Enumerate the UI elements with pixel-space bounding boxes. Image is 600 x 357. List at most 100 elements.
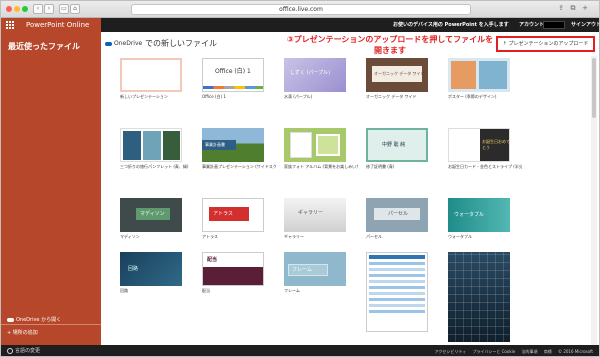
template-thumbnail: [448, 252, 510, 342]
template-thumbnail-title: 中野 聡 純: [382, 142, 406, 148]
template-thumbnail-title: オーガニック データ ワイド: [374, 71, 425, 76]
account-name-box[interactable]: [543, 21, 565, 29]
template-caption: アトラス: [202, 234, 218, 239]
template-caption: ウォータブル: [448, 234, 472, 239]
template-thumbnail: ギャラリー: [284, 198, 346, 232]
upload-presentation-button[interactable]: ⇡ プレゼンテーションのアップロード: [496, 36, 595, 52]
template-thumbnail: フレーム: [284, 252, 346, 286]
upload-presentation-label: プレゼンテーションのアップロード: [508, 41, 589, 47]
open-from-onedrive-link[interactable]: OneDrive から開く: [7, 316, 61, 323]
change-language-link[interactable]: 言語の変更: [7, 347, 40, 356]
template-thumbnail-title: ウォータブル: [454, 212, 485, 218]
globe-icon: [7, 347, 13, 354]
template-thumbnail-title: パーセル: [388, 211, 409, 217]
recent-files-heading: 最近使ったファイル: [8, 42, 80, 51]
onedrive-icon: [105, 41, 112, 46]
template-caption: お誕生日カード - 金色とストライプ (半分折り): [448, 164, 522, 169]
footer-copyright: © 2016 Microsoft: [558, 349, 593, 354]
footer: 言語の変更 アクセシビリティ プライバシーと Cookie 法的事項 商標 © …: [1, 345, 599, 356]
template-thumbnail: [366, 252, 428, 332]
sidebar-toggle-icon[interactable]: ▭: [59, 4, 69, 14]
template-thumbnail: 配当: [202, 252, 264, 286]
footer-link-accessibility[interactable]: アクセシビリティ: [435, 349, 467, 354]
template-caption: 新しいプレゼンテーション: [120, 94, 168, 99]
app-launcher-icon[interactable]: [6, 21, 14, 29]
open-from-onedrive-label: OneDrive から開く: [16, 317, 62, 323]
sign-out-link[interactable]: サインアウト: [571, 20, 599, 30]
template-thumbnail-title: ギャラリー: [298, 210, 324, 216]
new-file-title: での新しいファイル: [145, 39, 217, 48]
template-caption: 水滴 (パープル): [284, 94, 313, 99]
back-icon[interactable]: ‹: [33, 4, 43, 14]
sidebar-divider: [1, 324, 101, 325]
app-header-brand: PowerPoint Online: [1, 18, 101, 32]
grid-scrollbar[interactable]: [591, 56, 597, 345]
template-thumbnail-title: Office (白) 1: [215, 68, 251, 75]
template-thumbnail-title: マディソン: [140, 211, 165, 217]
template-caption: ポスター (季節のデザイン): [448, 94, 497, 99]
template-caption: 修了証明書 (青): [366, 164, 395, 169]
template-thumbnail: パーセル: [366, 198, 428, 232]
footer-links: アクセシビリティ プライバシーと Cookie 法的事項 商標 © 2016 M…: [430, 347, 593, 356]
template-caption: Office (白) 1: [202, 94, 226, 99]
template-thumbnail-title: アトラス: [213, 211, 233, 217]
template-thumbnail: [284, 128, 346, 162]
footer-link-trademarks[interactable]: 商標: [544, 349, 552, 354]
footer-link-privacy[interactable]: プライバシーと Cookie: [472, 349, 515, 354]
template-thumbnail: [448, 58, 510, 92]
template-caption: 回路: [120, 288, 128, 293]
browser-window: ‹ › ▭ ⌂ office.live.com ⇪ ⧉ + PowerPoint…: [0, 0, 600, 357]
template-thumbnail-title: 事業計画書: [205, 142, 225, 147]
template-thumbnail: マディソン: [120, 198, 182, 232]
get-desktop-app-link[interactable]: お使いのデバイス用の PowerPoint を入手します: [393, 20, 509, 30]
share-icon[interactable]: ⇪: [556, 4, 566, 14]
forward-icon[interactable]: ›: [44, 4, 54, 14]
template-thumbnail: アトラス: [202, 198, 264, 232]
tabs-icon[interactable]: ⧉: [568, 4, 578, 14]
close-window-icon[interactable]: [6, 6, 12, 12]
app-title[interactable]: PowerPoint Online: [26, 20, 89, 30]
add-place-link[interactable]: + 場所の追加: [7, 329, 38, 336]
template-caption: 三つ折りの旅行パンフレット (青、緑): [120, 164, 189, 169]
template-caption: マディソン: [120, 234, 140, 239]
template-caption: ギャラリー: [284, 234, 304, 239]
template-thumbnail-title: お誕生日おめでとう: [482, 139, 510, 150]
template-grid: 新しいプレゼンテーション Office (白) 1 Office (白) 1 し…: [105, 56, 599, 345]
minimize-window-icon[interactable]: [14, 6, 20, 12]
template-caption: オーガニック データ ワイド: [366, 94, 417, 99]
template-thumbnail: しずく (パープル): [284, 58, 346, 92]
template-thumbnail: [120, 58, 182, 92]
address-bar[interactable]: office.live.com: [131, 4, 471, 15]
template-thumbnail: [120, 128, 182, 162]
account-link[interactable]: アカウント: [519, 20, 544, 30]
footer-link-legal[interactable]: 法的事項: [522, 349, 538, 354]
onedrive-label: OneDrive: [114, 40, 143, 47]
template-thumbnail-title: しずく (パープル): [290, 70, 331, 76]
template-caption: 家族フォト アルバム (背景をお楽しみいただけるデザイン): [284, 164, 358, 169]
template-caption: 事業計画プレゼンテーション (ワイドスクリーン): [202, 164, 276, 169]
template-thumbnail-title: フレーム: [292, 267, 312, 273]
onedrive-location[interactable]: OneDrive: [105, 39, 142, 49]
sidebar: 最近使ったファイル OneDrive から開く + 場所の追加: [1, 32, 101, 345]
template-thumbnail: 事業計画書: [202, 128, 264, 162]
app-header: PowerPoint Online お使いのデバイス用の PowerPoint …: [1, 18, 599, 32]
template-thumbnail-title: 配当: [207, 257, 218, 263]
template-thumbnail: 中野 聡 純: [366, 128, 428, 162]
scrollbar-thumb[interactable]: [592, 58, 596, 118]
template-caption: 配当: [202, 288, 210, 293]
home-icon[interactable]: ⌂: [70, 4, 80, 14]
add-place-label: 場所の追加: [12, 330, 38, 336]
new-tab-icon[interactable]: +: [580, 4, 590, 14]
annotation-callout: ③プレゼンテーションのアップロードを押してファイルを開きます: [286, 35, 494, 55]
change-language-label: 言語の変更: [15, 348, 41, 354]
onedrive-cloud-icon: [7, 317, 14, 322]
template-thumbnail: ウォータブル: [448, 198, 510, 232]
template-caption: フレーム: [284, 288, 300, 293]
browser-toolbar: ‹ › ▭ ⌂ office.live.com ⇪ ⧉ +: [1, 1, 599, 18]
template-thumbnail: 回路: [120, 252, 182, 286]
template-thumbnail: お誕生日おめでとう: [448, 128, 510, 162]
template-thumbnail-title: 回路: [128, 266, 139, 272]
template-thumbnail: Office (白) 1: [202, 58, 264, 92]
zoom-window-icon[interactable]: [22, 6, 28, 12]
template-caption: パーセル: [366, 234, 382, 239]
